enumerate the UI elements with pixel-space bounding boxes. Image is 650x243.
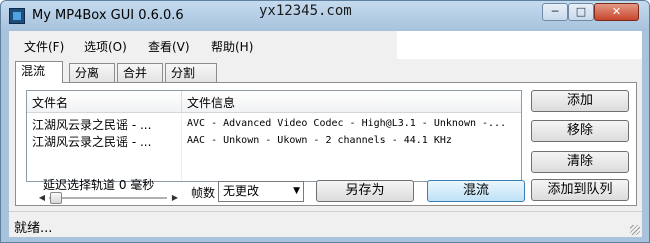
tab-mux[interactable]: 混流 [15, 61, 63, 83]
slider-track[interactable] [49, 197, 167, 199]
slider-left-arrow-icon[interactable]: ◀ [36, 191, 48, 205]
add-to-queue-button[interactable]: 添加到队列 [531, 179, 629, 201]
column-separator[interactable] [181, 91, 182, 113]
mux-button[interactable]: 混流 [427, 180, 525, 202]
list-item-info: AVC - Advanced Video Codec - High@L3.1 -… [187, 118, 507, 129]
fps-select[interactable]: 无更改 ▼ [218, 181, 304, 202]
watermark: yx12345.com [259, 3, 352, 19]
menu-view[interactable]: 查看(V) [148, 38, 190, 55]
status-text: 就绪... [14, 221, 53, 236]
tab-cut[interactable]: 分割 [165, 63, 217, 82]
menu-options[interactable]: 选项(O) [84, 38, 127, 55]
list-item-name: 江湖风云录之民谣 - ... [32, 118, 152, 132]
minimize-button[interactable]: ─ [542, 3, 568, 21]
menu-file[interactable]: 文件(F) [24, 38, 64, 55]
chevron-down-icon: ▼ [293, 186, 300, 196]
clear-button[interactable]: 清除 [531, 151, 629, 173]
fps-label: 帧数 [191, 186, 216, 200]
menu-help[interactable]: 帮助(H) [211, 38, 253, 55]
status-bar: 就绪... [9, 211, 642, 237]
close-button[interactable]: ✕ [594, 3, 639, 21]
slider-right-arrow-icon[interactable]: ▶ [169, 191, 181, 205]
window-title: My MP4Box GUI 0.6.0.6 [32, 8, 184, 23]
client-area: 文件(F) 选项(O) 查看(V) 帮助(H) 混流 分离 合并 分割 文件名 … [9, 31, 642, 237]
delay-slider[interactable]: ◀ ▶ [36, 191, 181, 205]
menu-blank-area [397, 31, 642, 59]
tab-join[interactable]: 合并 [117, 63, 163, 82]
tab-strip: 混流 分离 合并 分割 [15, 61, 635, 83]
mux-panel: 文件名 文件信息 江湖风云录之民谣 - ... AVC - Advanced V… [15, 82, 637, 206]
app-icon [9, 8, 25, 24]
menu-bar: 文件(F) 选项(O) 查看(V) 帮助(H) [9, 31, 397, 59]
slider-thumb[interactable] [50, 192, 62, 204]
list-item[interactable]: 江湖风云录之民谣 - ... AVC - Advanced Video Code… [27, 115, 521, 132]
remove-button[interactable]: 移除 [531, 120, 629, 142]
title-bar[interactable]: My MP4Box GUI 0.6.0.6 yx12345.com ─ □ ✕ [1, 1, 649, 31]
list-item-name: 江湖风云录之民谣 - ... [32, 135, 152, 149]
column-header-info[interactable]: 文件信息 [187, 94, 235, 111]
fps-select-value: 无更改 [223, 184, 260, 198]
list-item-info: AAC - Unkown - Ukown - 2 channels - 44.1… [187, 135, 452, 146]
list-item[interactable]: 江湖风云录之民谣 - ... AAC - Unkown - Ukown - 2 … [27, 132, 521, 149]
resize-grip-icon[interactable] [630, 225, 640, 235]
maximize-button[interactable]: □ [568, 3, 594, 21]
add-button[interactable]: 添加 [531, 90, 629, 112]
save-as-button[interactable]: 另存为 [316, 180, 414, 202]
tab-split[interactable]: 分离 [69, 63, 115, 82]
list-header: 文件名 文件信息 [27, 91, 521, 113]
column-header-name[interactable]: 文件名 [32, 94, 68, 111]
app-window: My MP4Box GUI 0.6.0.6 yx12345.com ─ □ ✕ … [0, 0, 650, 243]
file-list[interactable]: 文件名 文件信息 江湖风云录之民谣 - ... AVC - Advanced V… [26, 90, 522, 182]
